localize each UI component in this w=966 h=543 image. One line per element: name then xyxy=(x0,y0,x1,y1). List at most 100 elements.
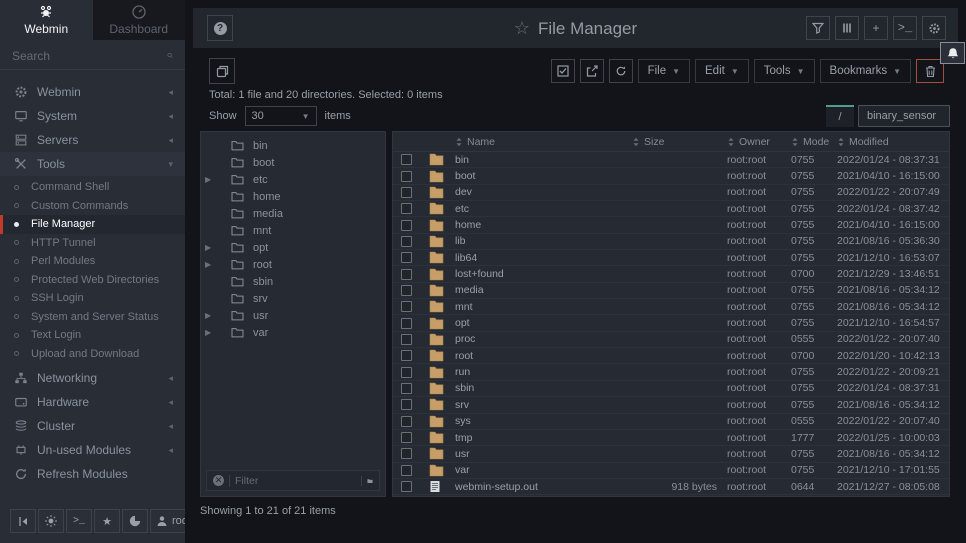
row-checkbox[interactable] xyxy=(401,220,412,231)
help-button[interactable]: ? xyxy=(207,15,233,41)
row-checkbox[interactable] xyxy=(401,367,412,378)
row-checkbox[interactable] xyxy=(401,448,412,459)
row-checkbox[interactable] xyxy=(401,481,412,492)
favorites-button[interactable]: ★ xyxy=(94,509,120,533)
select-all-button[interactable] xyxy=(551,59,575,83)
tree-item[interactable]: ▶ var xyxy=(201,324,385,341)
row-checkbox[interactable] xyxy=(401,399,412,410)
collapse-sidebar-button[interactable] xyxy=(10,509,36,533)
sidebar-subitem[interactable]: File Manager xyxy=(0,215,185,234)
sidebar-subitem[interactable]: SSH Login xyxy=(0,289,185,308)
table-row[interactable]: boot root:root 0755 2021/04/10 - 16:15:0… xyxy=(393,168,949,184)
table-row[interactable]: opt root:root 0755 2021/12/10 - 16:54:57 xyxy=(393,315,949,331)
menu-button[interactable]: Edit ▼ xyxy=(695,59,749,83)
paste-view-button[interactable] xyxy=(209,58,235,84)
terminal-button[interactable]: >_ xyxy=(66,509,92,533)
row-checkbox[interactable] xyxy=(401,432,412,443)
table-row[interactable]: var root:root 0755 2021/12/10 - 17:01:55 xyxy=(393,463,949,479)
sidebar-item-hardware[interactable]: Hardware ◂ xyxy=(0,390,185,414)
settings-button[interactable] xyxy=(922,16,946,40)
sidebar-item-servers[interactable]: Servers ◂ xyxy=(0,128,185,152)
filter-button[interactable] xyxy=(806,16,830,40)
row-checkbox[interactable] xyxy=(401,154,412,165)
row-checkbox[interactable] xyxy=(401,416,412,427)
theme-toggle-button[interactable] xyxy=(38,509,64,533)
path-root-button[interactable]: / xyxy=(826,105,854,127)
tree-item[interactable]: ▶ media xyxy=(201,205,385,222)
row-checkbox[interactable] xyxy=(401,269,412,280)
tree-item[interactable]: ▶ srv xyxy=(201,290,385,307)
tree-item[interactable]: ▶ opt xyxy=(201,239,385,256)
tab-dashboard[interactable]: Dashboard xyxy=(93,0,186,40)
tree-item[interactable]: ▶ root xyxy=(201,256,385,273)
row-checkbox[interactable] xyxy=(401,465,412,476)
table-row[interactable]: media root:root 0755 2021/08/16 - 05:34:… xyxy=(393,283,949,299)
expand-arrow-icon[interactable]: ▶ xyxy=(205,175,215,184)
menu-button[interactable]: Bookmarks ▼ xyxy=(820,59,911,83)
column-header-modified[interactable]: Modified xyxy=(837,136,949,148)
page-size-select[interactable]: 30 ▼ xyxy=(245,106,317,126)
row-checkbox[interactable] xyxy=(401,252,412,263)
row-checkbox[interactable] xyxy=(401,171,412,182)
column-header-mode[interactable]: Mode xyxy=(791,136,837,148)
sidebar-subitem[interactable]: Text Login xyxy=(0,326,185,345)
tree-item[interactable]: ▶ mnt xyxy=(201,222,385,239)
column-header-owner[interactable]: Owner xyxy=(727,136,791,148)
tree-item[interactable]: ▶ home xyxy=(201,188,385,205)
row-checkbox[interactable] xyxy=(401,318,412,329)
add-button[interactable]: + xyxy=(864,16,888,40)
tree-item[interactable]: ▶ bin xyxy=(201,137,385,154)
row-checkbox[interactable] xyxy=(401,334,412,345)
menu-button[interactable]: File ▼ xyxy=(638,59,690,83)
row-checkbox[interactable] xyxy=(401,236,412,247)
expand-arrow-icon[interactable]: ▶ xyxy=(205,311,215,320)
expand-arrow-icon[interactable]: ▶ xyxy=(205,260,215,269)
sidebar-item-system[interactable]: System ◂ xyxy=(0,104,185,128)
path-input[interactable] xyxy=(858,105,950,127)
tree-item[interactable]: ▶ etc xyxy=(201,171,385,188)
shell-button[interactable]: >_ xyxy=(893,16,917,40)
menu-button[interactable]: Tools ▼ xyxy=(754,59,815,83)
expand-arrow-icon[interactable]: ▶ xyxy=(205,328,215,337)
row-checkbox[interactable] xyxy=(401,301,412,312)
table-row[interactable]: lib64 root:root 0755 2021/12/10 - 16:53:… xyxy=(393,250,949,266)
table-row[interactable]: lost+found root:root 0700 2021/12/29 - 1… xyxy=(393,266,949,282)
table-row[interactable]: etc root:root 0755 2022/01/24 - 08:37:42 xyxy=(393,201,949,217)
table-row[interactable]: proc root:root 0555 2022/01/22 - 20:07:4… xyxy=(393,332,949,348)
row-checkbox[interactable] xyxy=(401,203,412,214)
sidebar-subitem[interactable]: Upload and Download xyxy=(0,345,185,364)
clear-filter-icon[interactable]: ✕ xyxy=(213,475,224,486)
tree-item[interactable]: ▶ boot xyxy=(201,154,385,171)
sidebar-subitem[interactable]: HTTP Tunnel xyxy=(0,234,185,253)
notifications-button[interactable] xyxy=(940,42,965,64)
table-row[interactable]: root root:root 0700 2022/01/20 - 10:42:1… xyxy=(393,348,949,364)
sidebar-item-webmin[interactable]: Webmin ◂ xyxy=(0,80,185,104)
refresh-button[interactable] xyxy=(609,59,633,83)
sidebar-subitem[interactable]: Protected Web Directories xyxy=(0,271,185,290)
sidebar-item-tools[interactable]: Tools ▾ xyxy=(0,152,185,176)
table-row[interactable]: lib root:root 0755 2021/08/16 - 05:36:30 xyxy=(393,234,949,250)
sidebar-item-refresh-modules[interactable]: Refresh Modules xyxy=(0,462,185,486)
sidebar-subitem[interactable]: System and Server Status xyxy=(0,308,185,327)
table-row[interactable]: sys root:root 0555 2022/01/22 - 20:07:40 xyxy=(393,414,949,430)
table-row[interactable]: bin root:root 0755 2022/01/24 - 08:37:31 xyxy=(393,152,949,168)
table-row[interactable]: sbin root:root 0755 2022/01/24 - 08:37:3… xyxy=(393,381,949,397)
table-row[interactable]: srv root:root 0755 2021/08/16 - 05:34:12 xyxy=(393,397,949,413)
share-button[interactable] xyxy=(580,59,604,83)
row-checkbox[interactable] xyxy=(401,383,412,394)
table-row[interactable]: webmin-setup.out 918 bytes root:root 064… xyxy=(393,479,949,495)
tab-webmin[interactable]: Webmin xyxy=(0,0,93,40)
filter-input[interactable] xyxy=(229,475,361,487)
table-row[interactable]: usr root:root 0755 2021/08/16 - 05:34:12 xyxy=(393,446,949,462)
sidebar-item-networking[interactable]: Networking ◂ xyxy=(0,366,185,390)
row-checkbox[interactable] xyxy=(401,350,412,361)
sidebar-item-unused-modules[interactable]: Un-used Modules ◂ xyxy=(0,438,185,462)
sidebar-item-cluster[interactable]: Cluster ◂ xyxy=(0,414,185,438)
column-header-size[interactable]: Size xyxy=(632,136,727,148)
row-checkbox[interactable] xyxy=(401,187,412,198)
search-input[interactable] xyxy=(12,49,167,63)
sidebar-subitem[interactable]: Command Shell xyxy=(0,178,185,197)
tree-item[interactable]: ▶ usr xyxy=(201,307,385,324)
sidebar-subitem[interactable]: Custom Commands xyxy=(0,197,185,216)
columns-button[interactable] xyxy=(835,16,859,40)
